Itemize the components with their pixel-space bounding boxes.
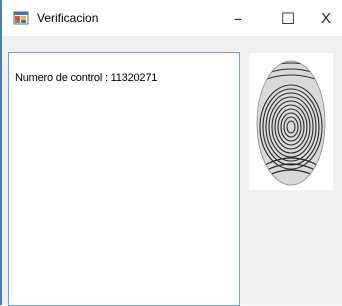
minimize-icon: –: [234, 8, 242, 28]
window-content: Numero de control : 11320271: [2, 36, 342, 306]
verification-window: Verificacion – ☐ X Numero de control : 1…: [0, 0, 342, 306]
output-textbox[interactable]: Numero de control : 11320271: [8, 52, 240, 306]
fingerprint-picture: [249, 53, 333, 190]
maximize-icon: ☐: [280, 8, 296, 28]
close-icon: X: [320, 9, 331, 27]
fingerprint-image: [249, 53, 333, 190]
control-number-text: Numero de control : 11320271: [15, 72, 158, 84]
minimize-button[interactable]: –: [215, 0, 261, 36]
app-icon: [13, 11, 29, 25]
title-bar[interactable]: Verificacion – ☐ X: [2, 0, 342, 36]
window-title: Verificacion: [37, 11, 99, 25]
close-button[interactable]: X: [310, 0, 342, 36]
maximize-button[interactable]: ☐: [265, 0, 311, 36]
